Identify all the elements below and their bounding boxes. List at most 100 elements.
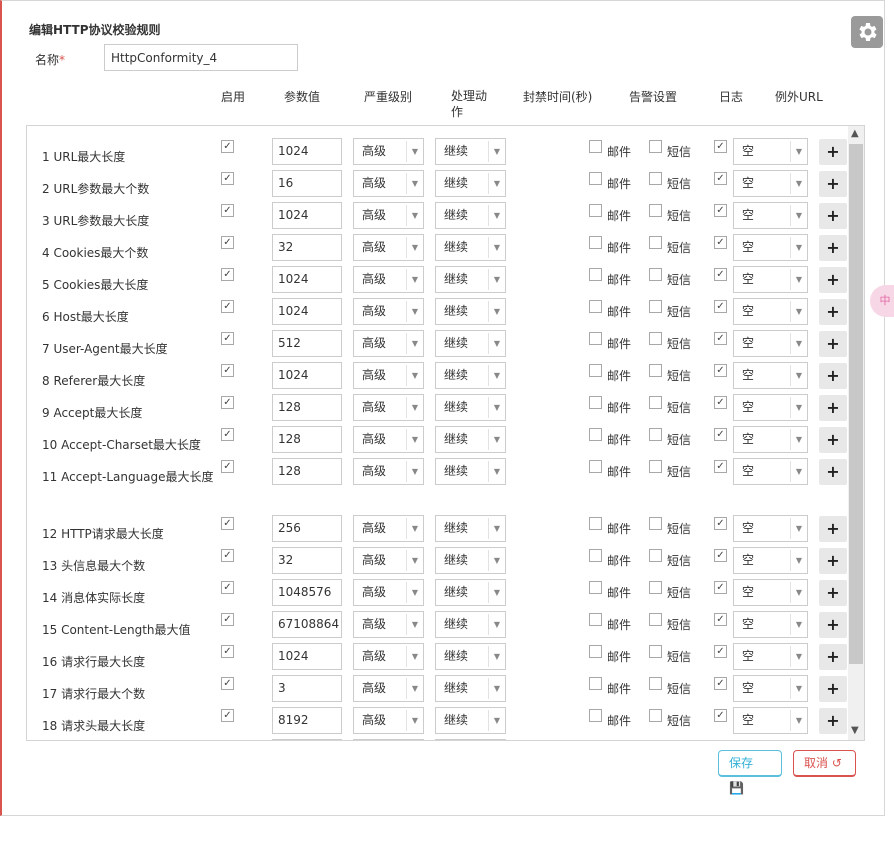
mail-checkbox[interactable] (589, 204, 602, 217)
enable-checkbox[interactable] (221, 332, 234, 345)
enable-checkbox[interactable] (221, 428, 234, 441)
enable-checkbox[interactable] (221, 549, 234, 562)
enable-checkbox[interactable] (221, 204, 234, 217)
sms-checkbox[interactable] (649, 172, 662, 185)
mail-checkbox[interactable] (589, 677, 602, 690)
header-exception-url: 例外URL (775, 90, 823, 104)
mail-checkbox[interactable] (589, 268, 602, 281)
log-checkbox[interactable] (714, 364, 727, 377)
action-select[interactable] (435, 739, 506, 740)
mail-checkbox[interactable] (589, 300, 602, 313)
gear-icon[interactable] (851, 16, 883, 48)
mail-checkbox[interactable] (589, 236, 602, 249)
enable-checkbox[interactable] (221, 517, 234, 530)
mail-checkbox[interactable] (589, 460, 602, 473)
param-value-input[interactable] (272, 739, 342, 740)
log-checkbox[interactable] (714, 172, 727, 185)
chevron-down-icon: ▼ (790, 461, 807, 482)
severity-select[interactable] (353, 739, 424, 740)
enable-checkbox[interactable] (221, 140, 234, 153)
enable-checkbox[interactable] (221, 709, 234, 722)
mail-checkbox[interactable] (589, 613, 602, 626)
log-checkbox[interactable] (714, 645, 727, 658)
sms-checkbox[interactable] (649, 581, 662, 594)
log-checkbox[interactable] (714, 140, 727, 153)
side-tab[interactable]: 中 (870, 285, 894, 317)
enable-checkbox[interactable] (221, 172, 234, 185)
sms-checkbox[interactable] (649, 460, 662, 473)
mail-checkbox[interactable] (589, 140, 602, 153)
mail-checkbox[interactable] (589, 428, 602, 441)
header-ban-time: 封禁时间(秒) (523, 90, 593, 104)
scroll-down-icon[interactable]: ▼ (851, 725, 859, 736)
add-button[interactable]: + (819, 459, 847, 485)
log-checkbox[interactable] (714, 300, 727, 313)
mail-checkbox[interactable] (589, 332, 602, 345)
rule-name: 11 Accept-Language最大长度 (42, 470, 214, 484)
mail-checkbox[interactable] (589, 172, 602, 185)
sms-checkbox[interactable] (649, 140, 662, 153)
action-select[interactable]: 继续 ▼ (435, 458, 506, 485)
undo-icon: ↺ (831, 756, 842, 770)
chevron-down-icon: ▼ (488, 461, 505, 482)
log-checkbox[interactable] (714, 332, 727, 345)
scrollbar[interactable]: ▲ ▼ (848, 126, 864, 740)
header-param: 参数值 (284, 90, 321, 104)
mail-checkbox[interactable] (589, 396, 602, 409)
sms-checkbox[interactable] (649, 428, 662, 441)
enable-checkbox[interactable] (221, 364, 234, 377)
sms-checkbox[interactable] (649, 645, 662, 658)
mail-checkbox[interactable] (589, 517, 602, 530)
mail-checkbox[interactable] (589, 364, 602, 377)
severity-select[interactable]: 高级 ▼ (353, 458, 424, 485)
enable-checkbox[interactable] (221, 396, 234, 409)
enable-checkbox[interactable] (221, 613, 234, 626)
dialog-title: 编辑HTTP协议校验规则 (29, 23, 161, 37)
log-checkbox[interactable] (714, 613, 727, 626)
sms-checkbox[interactable] (649, 300, 662, 313)
mail-checkbox[interactable] (589, 581, 602, 594)
sms-checkbox[interactable] (649, 709, 662, 722)
log-checkbox[interactable] (714, 581, 727, 594)
enable-checkbox[interactable] (221, 645, 234, 658)
log-checkbox[interactable] (714, 677, 727, 690)
sms-checkbox[interactable] (649, 332, 662, 345)
enable-checkbox[interactable] (221, 677, 234, 690)
sms-checkbox[interactable] (649, 517, 662, 530)
sms-checkbox[interactable] (649, 204, 662, 217)
enable-checkbox[interactable] (221, 300, 234, 313)
cancel-button[interactable]: 取消 ↺ (793, 750, 856, 777)
sms-checkbox[interactable] (649, 613, 662, 626)
sms-checkbox[interactable] (649, 268, 662, 281)
log-checkbox[interactable] (714, 236, 727, 249)
sms-checkbox[interactable] (649, 677, 662, 690)
log-checkbox[interactable] (714, 428, 727, 441)
sms-checkbox[interactable] (649, 549, 662, 562)
name-input[interactable] (104, 44, 298, 71)
scroll-up-icon[interactable]: ▲ (851, 128, 859, 139)
sms-checkbox[interactable] (649, 236, 662, 249)
sms-checkbox[interactable] (649, 396, 662, 409)
log-checkbox[interactable] (714, 396, 727, 409)
mail-checkbox[interactable] (589, 645, 602, 658)
enable-checkbox[interactable] (221, 236, 234, 249)
log-checkbox[interactable] (714, 709, 727, 722)
mail-checkbox[interactable] (589, 549, 602, 562)
enable-checkbox[interactable] (221, 460, 234, 473)
sms-checkbox[interactable] (649, 364, 662, 377)
log-checkbox[interactable] (714, 268, 727, 281)
log-checkbox[interactable] (714, 204, 727, 217)
enable-checkbox[interactable] (221, 581, 234, 594)
table-row: 15 Content-Length最大值67108864高级▼继续▼邮件短信空▼… (27, 599, 847, 638)
scrollbar-thumb[interactable] (849, 144, 863, 664)
dialog-panel: 编辑HTTP协议校验规则 名称* 启用 参数值 严重级别 处理动作 封禁时间(秒… (0, 0, 885, 816)
param-value-input[interactable]: 128 (272, 458, 342, 485)
log-checkbox[interactable] (714, 517, 727, 530)
exception-url-select[interactable]: 空 ▼ (733, 458, 808, 485)
mail-checkbox[interactable] (589, 709, 602, 722)
enable-checkbox[interactable] (221, 268, 234, 281)
log-checkbox[interactable] (714, 460, 727, 473)
log-checkbox[interactable] (714, 549, 727, 562)
header-action: 处理动作 (451, 89, 488, 119)
save-button[interactable]: 保存 💾 (718, 750, 782, 795)
